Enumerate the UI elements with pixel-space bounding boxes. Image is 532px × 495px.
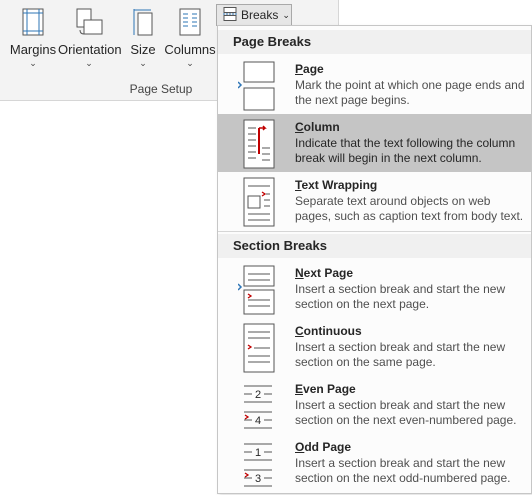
margins-icon xyxy=(21,8,45,41)
columns-button[interactable]: Columns ⌄ xyxy=(164,0,216,76)
text-wrapping-icon xyxy=(238,176,278,228)
chevron-down-icon: ⌄ xyxy=(85,58,93,68)
menu-item-description: Insert a section break and start the new… xyxy=(295,282,506,311)
menu-item-title: Even Page xyxy=(295,382,356,396)
menu-item-description: Indicate that the text following the col… xyxy=(295,136,516,165)
columns-icon xyxy=(178,8,202,41)
chevron-down-icon: ⌄ xyxy=(282,9,290,20)
breaks-dropdown-menu: Page Breaks Page Mark the point at which… xyxy=(217,25,532,494)
menu-item-title: Column xyxy=(295,120,340,134)
menu-item-description: Insert a section break and start the new… xyxy=(295,398,517,427)
menu-item-description: Separate text around objects on web page… xyxy=(295,194,524,223)
chevron-down-icon: ⌄ xyxy=(139,58,147,68)
menu-item-title: Odd Page xyxy=(295,440,352,454)
page-break-icon xyxy=(237,60,278,112)
orientation-icon xyxy=(74,8,104,41)
odd-page-icon: 1 3 xyxy=(238,438,278,490)
menu-item-page[interactable]: Page Mark the point at which one page en… xyxy=(218,56,531,114)
menu-item-odd-page[interactable]: 1 3 Odd Page Insert a section break and … xyxy=(218,434,531,492)
page-breaks-header: Page Breaks xyxy=(218,30,531,54)
chevron-down-icon: ⌄ xyxy=(186,58,194,68)
svg-text:1: 1 xyxy=(255,447,261,459)
page-setup-group-label: Page Setup xyxy=(129,82,193,96)
menu-item-description: Insert a section break and start the new… xyxy=(295,340,506,369)
even-page-icon: 2 4 xyxy=(238,380,278,432)
menu-item-description: Insert a section break and start the new… xyxy=(295,456,511,485)
size-button[interactable]: Size ⌄ xyxy=(128,0,158,76)
margins-button[interactable]: Margins ⌄ xyxy=(8,0,58,76)
size-label: Size xyxy=(130,42,156,57)
menu-item-even-page[interactable]: 2 4 Even Page Insert a section break and… xyxy=(218,376,531,434)
next-page-icon xyxy=(237,264,278,316)
svg-text:3: 3 xyxy=(255,473,261,485)
menu-item-next-page[interactable]: Next Page Insert a section break and sta… xyxy=(218,260,531,318)
size-icon xyxy=(131,8,155,41)
column-break-icon xyxy=(238,118,278,170)
breaks-button[interactable]: Breaks ⌄ xyxy=(216,4,292,26)
section-divider xyxy=(218,231,531,232)
orientation-label: Orientation xyxy=(58,42,122,57)
breaks-icon xyxy=(223,6,237,24)
breaks-label: Breaks xyxy=(241,8,279,22)
menu-item-description: Mark the point at which one page ends an… xyxy=(295,78,525,107)
svg-text:4: 4 xyxy=(255,415,261,427)
menu-item-title: Next Page xyxy=(295,266,354,280)
columns-label: Columns xyxy=(164,42,216,57)
menu-item-title: Continuous xyxy=(295,324,362,338)
menu-item-text-wrapping[interactable]: Text Wrapping Separate text around objec… xyxy=(218,172,531,230)
menu-item-title: Text Wrapping xyxy=(295,178,378,192)
svg-text:2: 2 xyxy=(255,389,261,401)
menu-item-continuous[interactable]: Continuous Insert a section break and st… xyxy=(218,318,531,376)
section-breaks-header: Section Breaks xyxy=(218,234,531,258)
menu-item-column[interactable]: Column Indicate that the text following … xyxy=(218,114,531,172)
continuous-icon xyxy=(238,322,278,374)
orientation-button[interactable]: Orientation ⌄ xyxy=(58,0,122,76)
margins-label: Margins xyxy=(9,42,57,57)
menu-item-title: Page xyxy=(295,62,324,76)
chevron-down-icon: ⌄ xyxy=(29,58,37,68)
